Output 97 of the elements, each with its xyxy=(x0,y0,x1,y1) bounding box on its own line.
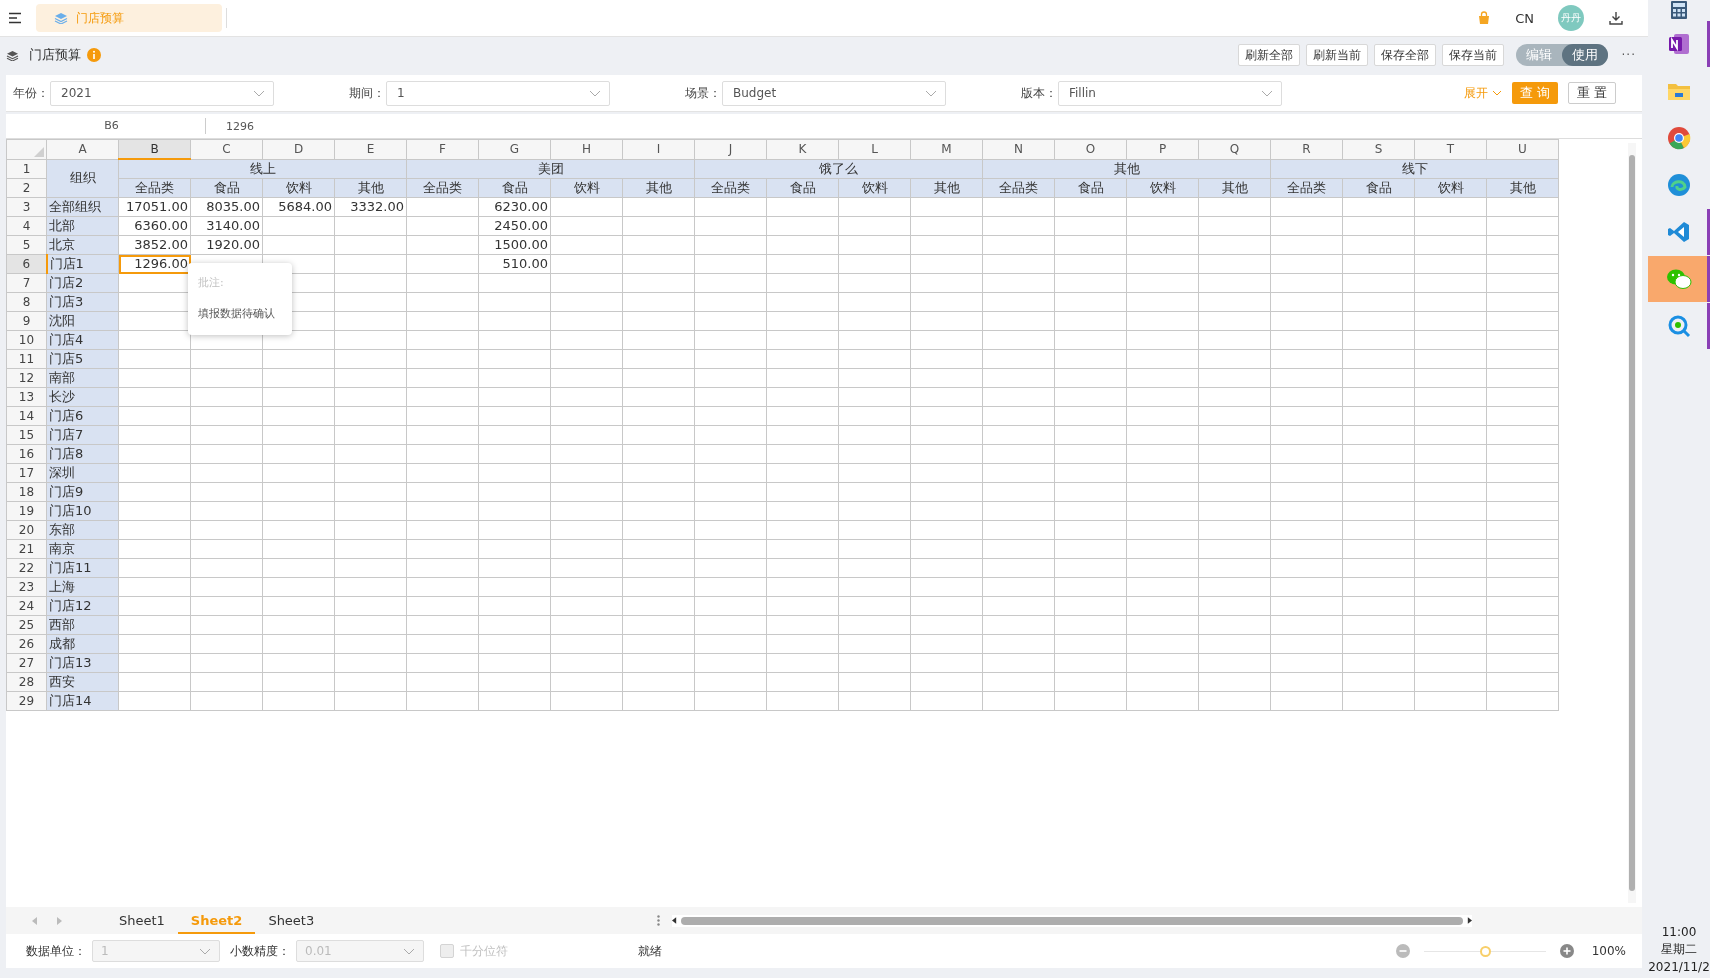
table-cell: 3140.00 xyxy=(206,218,260,233)
column-header[interactable]: N xyxy=(982,139,1055,159)
filter-label: 场景： xyxy=(685,84,722,102)
mode-option[interactable]: 使用 xyxy=(1561,44,1608,66)
filter-select[interactable]: Fillin xyxy=(1058,80,1282,106)
column-header[interactable]: B xyxy=(118,139,191,159)
status-text: 就绪 xyxy=(638,942,662,960)
comment-text: 填报数据待确认 xyxy=(198,306,276,321)
column-header[interactable]: O xyxy=(1054,139,1127,159)
chat-icon xyxy=(1666,268,1692,290)
column-header[interactable]: S xyxy=(1342,139,1415,159)
code-editor-icon xyxy=(1667,220,1691,244)
filter-label: 期间： xyxy=(349,84,386,102)
cell-reference: B6 xyxy=(6,118,206,134)
vertical-dots-icon[interactable] xyxy=(657,915,660,926)
table-cell: 3332.00 xyxy=(350,199,404,214)
column-header[interactable]: J xyxy=(694,139,767,159)
header-cell: 组织 xyxy=(46,159,119,198)
sheet-tab[interactable]: Sheet1 xyxy=(106,907,178,934)
chevron-down-icon xyxy=(403,947,415,955)
bag-icon[interactable] xyxy=(1477,11,1492,25)
chevron-down-icon xyxy=(1261,89,1273,97)
horizontal-scrollbar[interactable] xyxy=(672,914,1472,927)
column-header[interactable]: M xyxy=(910,139,983,159)
table-cell: 1296.00 xyxy=(134,256,188,271)
table-cell: 17051.00 xyxy=(125,199,188,214)
zoom-in-icon[interactable] xyxy=(1559,944,1574,958)
clock-weekday: 星期二 xyxy=(1661,941,1697,958)
chat-search-icon xyxy=(1667,314,1691,338)
column-header[interactable]: T xyxy=(1414,139,1487,159)
table-cell: 5684.00 xyxy=(278,199,332,214)
table-cell: 8035.00 xyxy=(206,199,260,214)
chevron-down-icon xyxy=(253,89,265,97)
reset-button[interactable]: 重 置 xyxy=(1567,82,1616,104)
toolbar-button[interactable]: 刷新全部 xyxy=(1237,44,1300,66)
browser-icon xyxy=(1667,126,1691,150)
taskbar-app[interactable] xyxy=(1648,256,1710,302)
zoom-out-icon[interactable] xyxy=(1395,944,1410,958)
sheet-tab[interactable]: Sheet3 xyxy=(255,907,328,934)
language-label[interactable]: CN xyxy=(1515,10,1534,26)
toolbar-button[interactable]: 刷新当前 xyxy=(1305,44,1368,66)
info-icon[interactable] xyxy=(87,48,101,62)
column-header[interactable]: U xyxy=(1486,139,1559,159)
chevron-down-icon xyxy=(199,947,211,955)
column-header[interactable]: L xyxy=(838,139,911,159)
clock-time: 11:00 xyxy=(1661,925,1697,939)
filter-select[interactable]: Budget xyxy=(722,80,946,106)
column-header[interactable]: H xyxy=(550,139,623,159)
mode-toggle[interactable]: 编辑 使用 xyxy=(1515,44,1608,66)
table-cell: 2450.00 xyxy=(494,218,548,233)
table-cell: 1500.00 xyxy=(494,237,548,252)
folder-icon xyxy=(1667,81,1691,101)
filter-select[interactable]: 2021 xyxy=(50,80,274,106)
corner-cell[interactable] xyxy=(6,139,47,159)
arrow-left-icon[interactable] xyxy=(672,917,677,924)
menu-icon[interactable] xyxy=(8,12,22,24)
column-header[interactable]: F xyxy=(406,139,479,159)
column-header[interactable]: I xyxy=(622,139,695,159)
table-cell: 3852.00 xyxy=(134,237,188,252)
layers-icon xyxy=(54,12,68,24)
table-cell: 1920.00 xyxy=(206,237,260,252)
filter-label: 版本： xyxy=(1021,84,1058,102)
column-header[interactable]: D xyxy=(262,139,335,159)
arrow-right-icon[interactable] xyxy=(1467,917,1472,924)
table-cell: 510.00 xyxy=(502,256,548,271)
column-header[interactable]: C xyxy=(190,139,263,159)
column-header[interactable]: Q xyxy=(1198,139,1271,159)
column-header[interactable]: P xyxy=(1126,139,1199,159)
vertical-scrollbar[interactable] xyxy=(1628,143,1636,903)
layers-icon xyxy=(6,49,19,61)
column-header[interactable]: K xyxy=(766,139,839,159)
zoom-reading: 100% xyxy=(1591,944,1626,958)
chevron-down-icon xyxy=(925,89,937,97)
column-header[interactable]: R xyxy=(1270,139,1343,159)
formula-value[interactable]: 1296 xyxy=(206,119,254,133)
browser-icon xyxy=(1667,173,1691,197)
zoom-slider-thumb[interactable] xyxy=(1479,945,1491,957)
calculator-icon xyxy=(1669,0,1689,20)
unit-label: 数据单位： xyxy=(26,942,86,960)
column-header[interactable]: E xyxy=(334,139,407,159)
chevron-down-icon xyxy=(589,89,601,97)
table-cell: 6230.00 xyxy=(494,199,548,214)
page-title: 门店预算 xyxy=(29,46,81,64)
more-button[interactable]: ··· xyxy=(1621,48,1636,62)
toolbar-button[interactable]: 保存当前 xyxy=(1441,44,1504,66)
chevron-down-icon xyxy=(1491,90,1502,96)
download-icon[interactable] xyxy=(1608,10,1624,26)
filter-label: 年份： xyxy=(13,84,50,102)
row-number[interactable]: 1 xyxy=(6,159,47,179)
toolbar-button[interactable]: 保存全部 xyxy=(1373,44,1436,66)
table-cell: 6360.00 xyxy=(134,218,188,233)
clock-date: 2021/11/2 xyxy=(1648,960,1710,974)
filter-select[interactable]: 1 xyxy=(386,80,610,106)
notebook-icon xyxy=(1667,32,1691,56)
column-header[interactable]: G xyxy=(478,139,551,159)
precision-label: 小数精度： xyxy=(230,942,290,960)
column-header[interactable]: A xyxy=(46,139,119,159)
